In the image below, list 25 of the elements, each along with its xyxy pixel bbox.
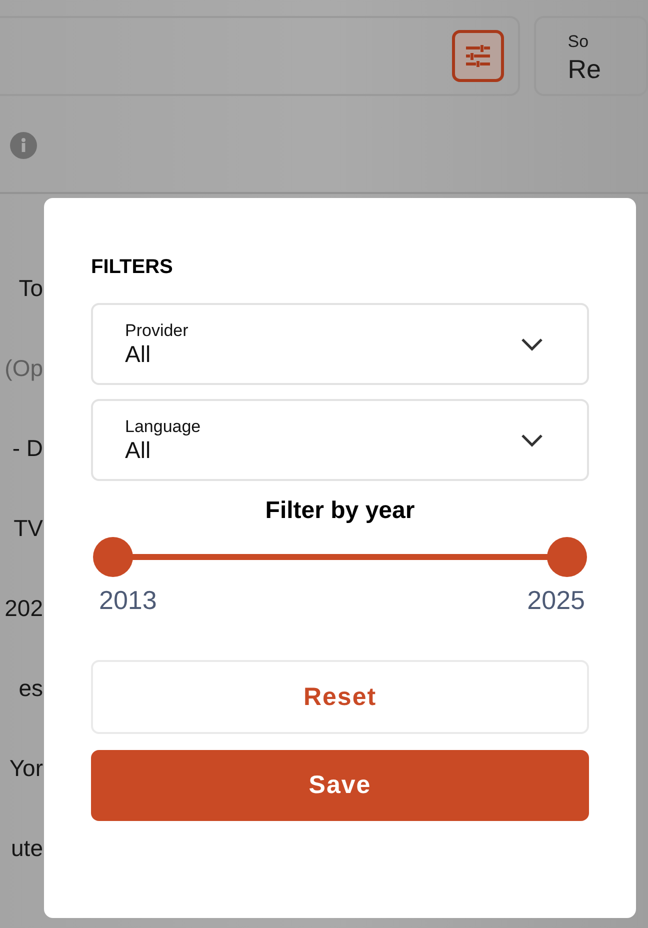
chevron-down-icon	[521, 434, 543, 446]
row-text: es	[18, 674, 43, 702]
row-text: TV	[14, 514, 43, 542]
section-title: Filter by year	[265, 497, 415, 525]
slider-thumb[interactable]	[93, 537, 133, 577]
row-text: ute	[11, 834, 43, 862]
sliders-icon	[464, 45, 491, 67]
min-year-label: 2013	[99, 585, 157, 616]
row-text: (Op	[4, 354, 43, 382]
slider-thumb[interactable]	[547, 537, 587, 577]
sort-select[interactable]: So Re	[534, 16, 648, 96]
row-text: Yor	[9, 754, 43, 782]
filter-button[interactable]	[452, 30, 504, 82]
dropdown-select[interactable]: Provider All	[91, 303, 589, 385]
search-field[interactable]	[0, 16, 520, 96]
year-range-slider[interactable]	[93, 537, 587, 577]
max-year-label: 2025	[527, 585, 585, 616]
row-text: - D	[12, 434, 43, 462]
chevron-down-icon	[521, 338, 543, 350]
row-text: To	[18, 274, 43, 302]
reset-button[interactable]: Reset	[91, 660, 589, 734]
row-text: 202	[4, 594, 43, 622]
dropdown-select[interactable]: Language All	[91, 399, 589, 481]
dialog-title: FILTERS	[91, 256, 173, 279]
save-button[interactable]: Save	[91, 750, 589, 821]
